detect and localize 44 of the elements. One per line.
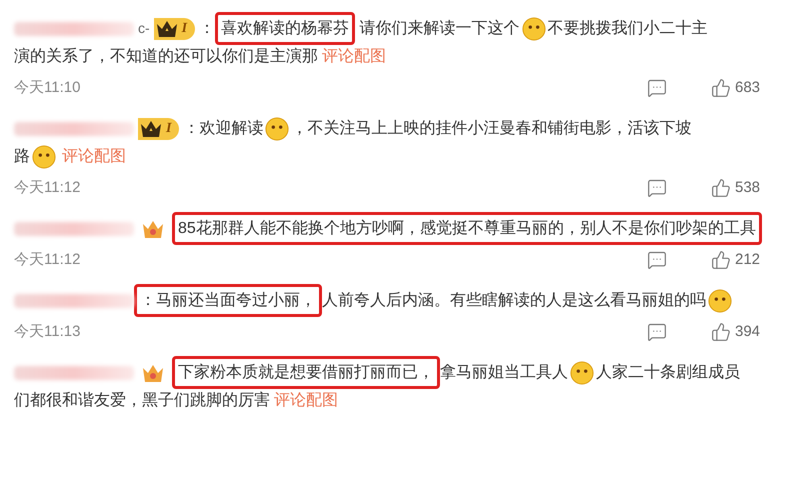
- comment-icon[interactable]: [647, 78, 667, 98]
- comment-time: 今天11:13: [14, 322, 80, 342]
- like-icon[interactable]: [711, 250, 731, 270]
- comment-text: 路: [14, 148, 30, 165]
- like-count: 212: [735, 250, 762, 270]
- username-text: c-: [138, 20, 150, 36]
- emoji-icon: [522, 16, 546, 41]
- comment-time: 今天11:10: [14, 78, 80, 98]
- comment-text: 们都很和谐友爱，黑子们跳脚的厉害: [14, 392, 270, 409]
- like-icon[interactable]: [711, 78, 731, 98]
- emoji-icon: [32, 144, 56, 169]
- like-icon[interactable]: [711, 322, 731, 342]
- comment-text: 请你们来解读一下这个: [358, 20, 520, 37]
- vip-badge: I: [138, 118, 180, 140]
- vip-badge: I: [154, 18, 196, 40]
- comment-image-link[interactable]: 评论配图: [62, 148, 126, 165]
- comment-text: 人家二十条剧组成员: [596, 364, 740, 381]
- comment-icon[interactable]: [647, 250, 667, 270]
- highlighted-text: 下家粉本质就是想要借丽打丽而已，: [172, 356, 440, 389]
- comment-image-link[interactable]: 评论配图: [274, 392, 338, 409]
- comment-text: 拿马丽姐当工具人: [440, 364, 568, 381]
- crown-icon: [142, 362, 164, 383]
- comment-icon[interactable]: [647, 178, 667, 198]
- emoji-icon: [708, 288, 732, 313]
- comment-text: ：欢迎解读: [183, 120, 264, 137]
- like-count: 538: [735, 178, 762, 198]
- emoji-icon: [570, 360, 594, 385]
- comment-text: ：: [199, 20, 216, 37]
- like-count: 394: [735, 322, 762, 342]
- comment-image-link[interactable]: 评论配图: [322, 48, 386, 65]
- comment-text: ，不关注马上上映的挂件小汪曼春和铺街电影，活该下坡: [291, 120, 692, 137]
- comment-icon[interactable]: [647, 322, 667, 342]
- highlighted-text: 85花那群人能不能换个地方吵啊，感觉挺不尊重马丽的，别人不是你们吵架的工具: [172, 212, 762, 245]
- comment-text: 不要挑拨我们小二十主: [548, 20, 708, 37]
- like-count: 683: [735, 78, 762, 98]
- emoji-icon: [265, 116, 290, 141]
- like-icon[interactable]: [711, 178, 731, 198]
- highlighted-text: ：马丽还当面夸过小丽，: [134, 284, 322, 317]
- crown-icon: [142, 218, 164, 239]
- comment-time: 今天11:12: [14, 178, 80, 198]
- comment-text: 人前夸人后内涵。有些瞎解读的人是这么看马丽姐的吗: [322, 292, 706, 309]
- highlighted-text: 喜欢解读的杨幂芬: [215, 12, 356, 45]
- comment-text: 演的关系了，不知道的还可以你们是主演那: [14, 48, 318, 65]
- comment-time: 今天11:12: [14, 250, 80, 270]
